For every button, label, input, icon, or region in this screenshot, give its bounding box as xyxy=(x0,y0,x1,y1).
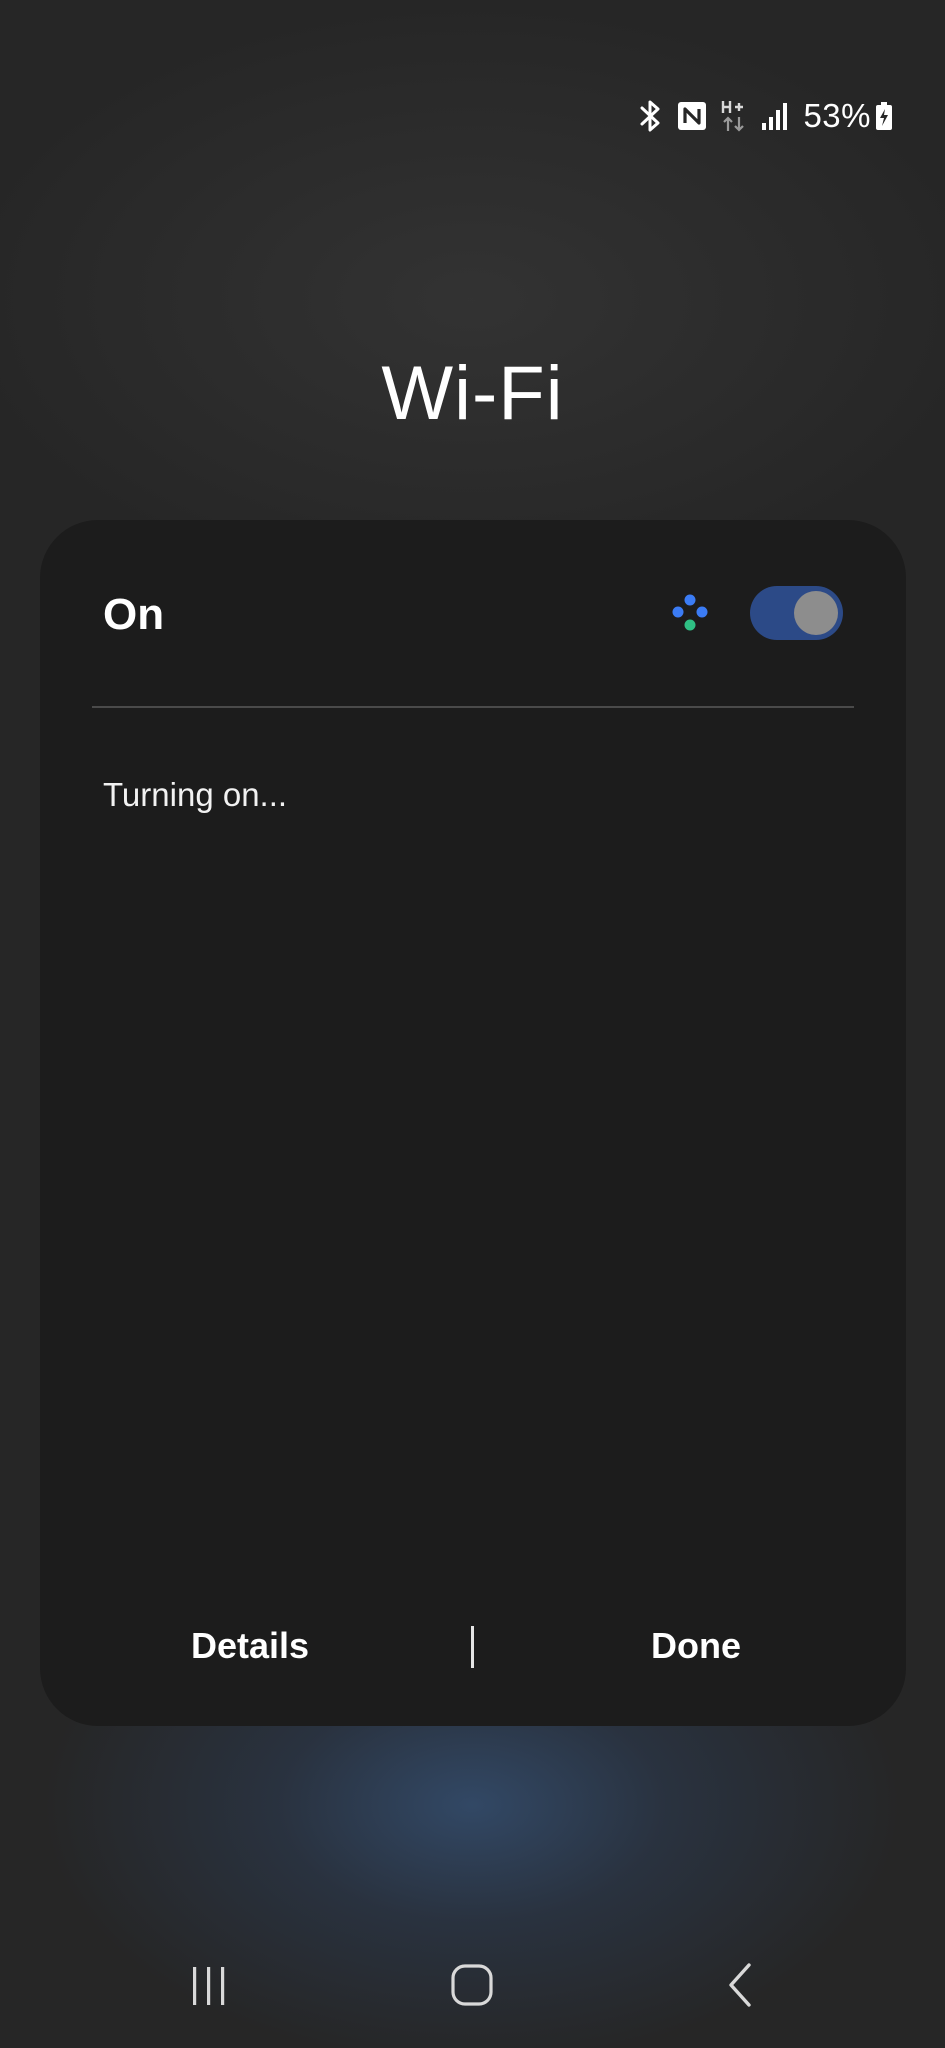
recents-icon[interactable] xyxy=(149,1940,269,2030)
signal-icon xyxy=(761,101,789,131)
battery-percent: 53% xyxy=(803,97,871,134)
wifi-toggle[interactable] xyxy=(750,586,843,640)
divider xyxy=(92,706,854,708)
wifi-switch-row[interactable]: On xyxy=(40,520,906,706)
wifi-card: On Turning on... Details Done xyxy=(40,520,906,1726)
switch-label: On xyxy=(103,590,165,639)
battery-charging-icon xyxy=(875,101,893,131)
footer-separator xyxy=(471,1626,474,1668)
page-title: Wi-Fi xyxy=(381,351,564,436)
card-footer: Details Done xyxy=(40,1596,906,1726)
wifi-status-text: Turning on... xyxy=(103,776,288,813)
back-icon[interactable] xyxy=(680,1940,800,2030)
wifi-panel-screen: 53% Wi-Fi On Turning on... Details Done xyxy=(0,0,945,2048)
loading-spinner-icon xyxy=(668,592,712,636)
status-bar: 53% xyxy=(639,96,893,136)
details-button[interactable]: Details xyxy=(40,1596,460,1696)
hplus-data-icon xyxy=(721,99,747,133)
nfc-icon xyxy=(677,101,707,131)
done-button[interactable]: Done xyxy=(486,1596,906,1696)
home-icon[interactable] xyxy=(412,1940,532,2030)
navigation-bar xyxy=(0,1940,945,2030)
bluetooth-icon xyxy=(639,99,663,133)
toggle-knob xyxy=(794,591,838,635)
